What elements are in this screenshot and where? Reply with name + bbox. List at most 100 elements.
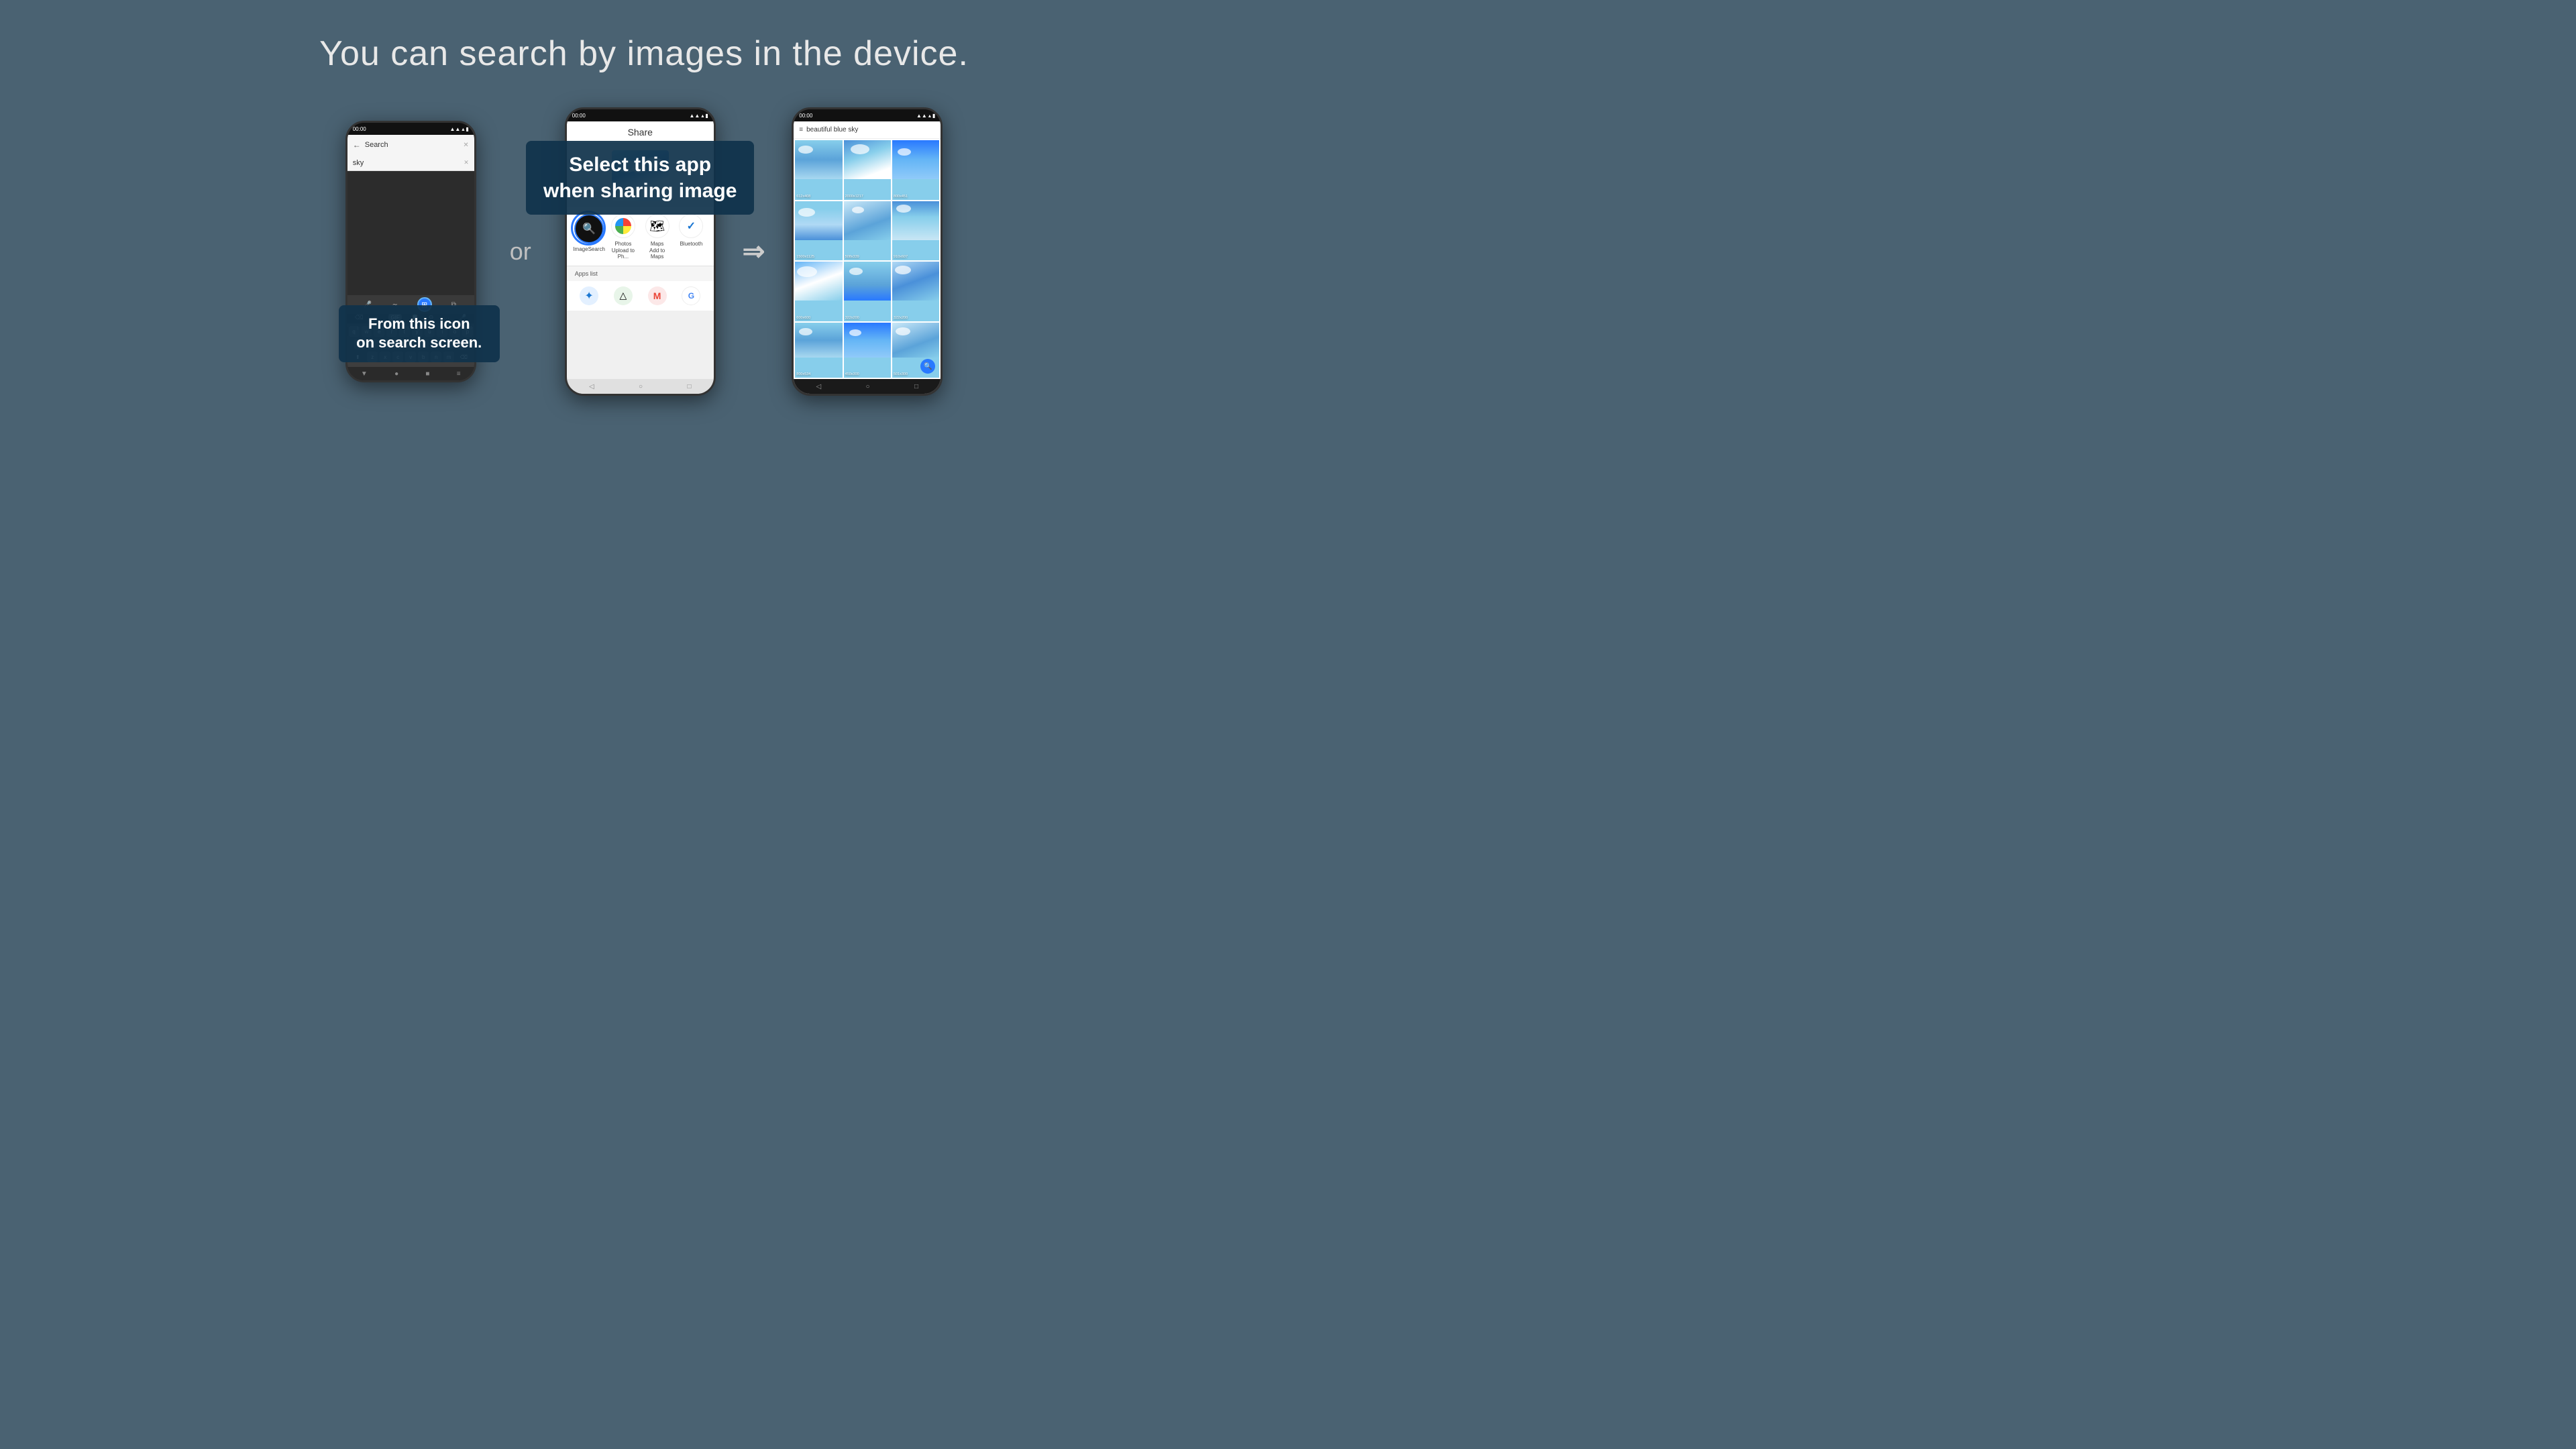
phone1-clear-icon[interactable]: ✕ [463,142,468,149]
phone1-results-area [347,171,474,295]
maps-label: MapsAdd to Maps [643,241,672,260]
google-list-icon[interactable]: G [682,286,700,305]
result-thumb-7[interactable]: 600x600 [795,262,842,321]
phone2-signal-icon: ▲▲ [689,113,700,119]
result-thumb-2[interactable]: 2000x1217 [844,140,891,200]
phone3-status-icons: ▲▲ ▴ ▮ [916,113,935,119]
phone1-query-text: sky [353,159,364,167]
phone3-battery-icon: ▮ [932,113,935,119]
phone2-time: 00:00 [572,113,586,119]
phone3-nav-recent[interactable]: □ [914,383,918,390]
nav-back-icon[interactable]: ▼ [361,370,368,378]
phone3-time: 00:00 [799,113,812,119]
google-symbol: G [688,291,694,301]
or-connector: or [510,237,531,266]
results-grid: 612x408 2000x1217 800x451 [794,139,941,379]
phone2-nav-recent[interactable]: □ [687,383,691,390]
share-app-bluetooth[interactable]: ✓ Bluetooth [676,214,706,248]
phone2-nav-back[interactable]: ◁ [589,383,594,390]
drive-symbol: △ [619,290,627,301]
sky-thumb-6 [892,201,939,240]
thumb-label-9: 322x200 [894,316,908,320]
phone1-status-icons: ▲▲ ▴ ▮ [449,126,468,132]
photos-symbol [615,218,631,234]
share-app-photos[interactable]: PhotosUpload to Ph... [608,214,638,260]
phone1-callout-text: From this iconon search screen. [356,315,482,352]
thumb-label-2: 2000x1217 [845,195,863,199]
phone1-nav: ▼ ● ■ ≡ [347,367,474,380]
phone3-signal-icon: ▲▲ [916,113,927,119]
phone3-statusbar: 00:00 ▲▲ ▴ ▮ [794,109,941,121]
signal-icon: ▲▲ [449,126,460,132]
phone2-wifi-icon: ▴ [701,113,704,119]
c5 [852,207,864,213]
phone1-searchbar: ← Search ✕ [347,135,474,155]
phone2-nav: ◁ ○ □ [567,379,714,394]
thumb-label-5: 508x339 [845,255,859,259]
c7 [797,266,817,277]
phone2-battery-icon: ▮ [705,113,708,119]
sky-thumb-7 [795,262,842,301]
search-fab-button[interactable]: 🔍 [920,359,935,374]
hamburger-icon[interactable]: ≡ [799,126,802,133]
result-thumb-8[interactable]: 322x200 [844,262,891,321]
search-fab-icon: 🔍 [924,363,932,370]
phone1-time: 00:00 [353,126,366,132]
nav-home-icon[interactable]: ● [394,370,398,378]
bluetooth-list-icon[interactable]: ✦ [580,286,598,305]
phone2-callout: Select this appwhen sharing image [526,141,754,215]
arrow-connector: ⇒ [743,236,765,267]
share-app-maps[interactable]: 🗺 MapsAdd to Maps [643,214,672,260]
nav-recent-icon[interactable]: ■ [425,370,429,378]
thumb-label-11: 450x300 [845,372,859,376]
result-thumb-12[interactable]: 501x300 🔍 [892,323,939,378]
sky-thumb-5 [844,201,891,240]
phone2-nav-home[interactable]: ○ [639,383,643,390]
back-arrow-icon[interactable]: ← [353,140,361,150]
page-headline: You can search by images in the device. [319,34,969,74]
phone3-nav-home[interactable]: ○ [866,383,870,390]
phone3-nav-back[interactable]: ◁ [816,383,821,390]
result-thumb-6[interactable]: 910x607 [892,201,939,261]
c9 [895,266,911,274]
c12 [896,327,910,335]
sky-thumb-4 [795,201,842,240]
maps-symbol: 🗺 [649,219,665,233]
phone2-callout-text: Select this appwhen sharing image [543,154,737,202]
thumb-label-12: 501x300 [894,372,908,376]
phone3: 00:00 ▲▲ ▴ ▮ ≡ beautiful blue sky [792,107,943,396]
share-app-imagesearch[interactable]: 🔍 ImageSearch [574,214,604,253]
nav-keyboard-icon[interactable]: ≡ [457,370,461,378]
battery-icon: ▮ [466,126,468,132]
bluetooth-label: Bluetooth [680,241,702,248]
phone1-query-clear[interactable]: ✕ [464,159,469,166]
result-thumb-10[interactable]: 800x534 [795,323,842,378]
result-thumb-4[interactable]: 1500x1125 [795,201,842,261]
result-thumb-11[interactable]: 450x300 [844,323,891,378]
result-thumb-3[interactable]: 800x451 [892,140,939,200]
c4 [798,208,815,217]
result-thumb-1[interactable]: 612x408 [795,140,842,200]
sky-thumb-1 [795,140,842,179]
phone1-statusbar: 00:00 ▲▲ ▴ ▮ [347,123,474,135]
phone2-status-icons: ▲▲ ▴ ▮ [689,113,708,119]
result-thumb-9[interactable]: 322x200 [892,262,939,321]
sky-thumb-11 [844,323,891,358]
phone1-callout: From this iconon search screen. [339,305,500,362]
gmail-list-icon[interactable]: M [648,286,667,305]
imagesearch-icon: 🔍 [574,214,604,244]
c3 [898,148,911,156]
apps-list-text: Apps list [575,270,598,277]
c1 [798,146,813,154]
apps-list-label: Apps list [567,266,714,281]
drive-list-icon[interactable]: △ [614,286,633,305]
apps-list-row: ✦ △ M G [567,281,714,311]
wifi-icon: ▴ [462,126,464,132]
phone3-wifi-icon: ▴ [928,113,931,119]
photos-icon [611,214,635,238]
c6 [896,205,911,213]
result-thumb-5[interactable]: 508x339 [844,201,891,261]
maps-icon: 🗺 [645,214,669,238]
bluetooth-symbol: ✓ [687,219,696,233]
phone3-screen: ≡ beautiful blue sky 612x408 [794,121,941,394]
